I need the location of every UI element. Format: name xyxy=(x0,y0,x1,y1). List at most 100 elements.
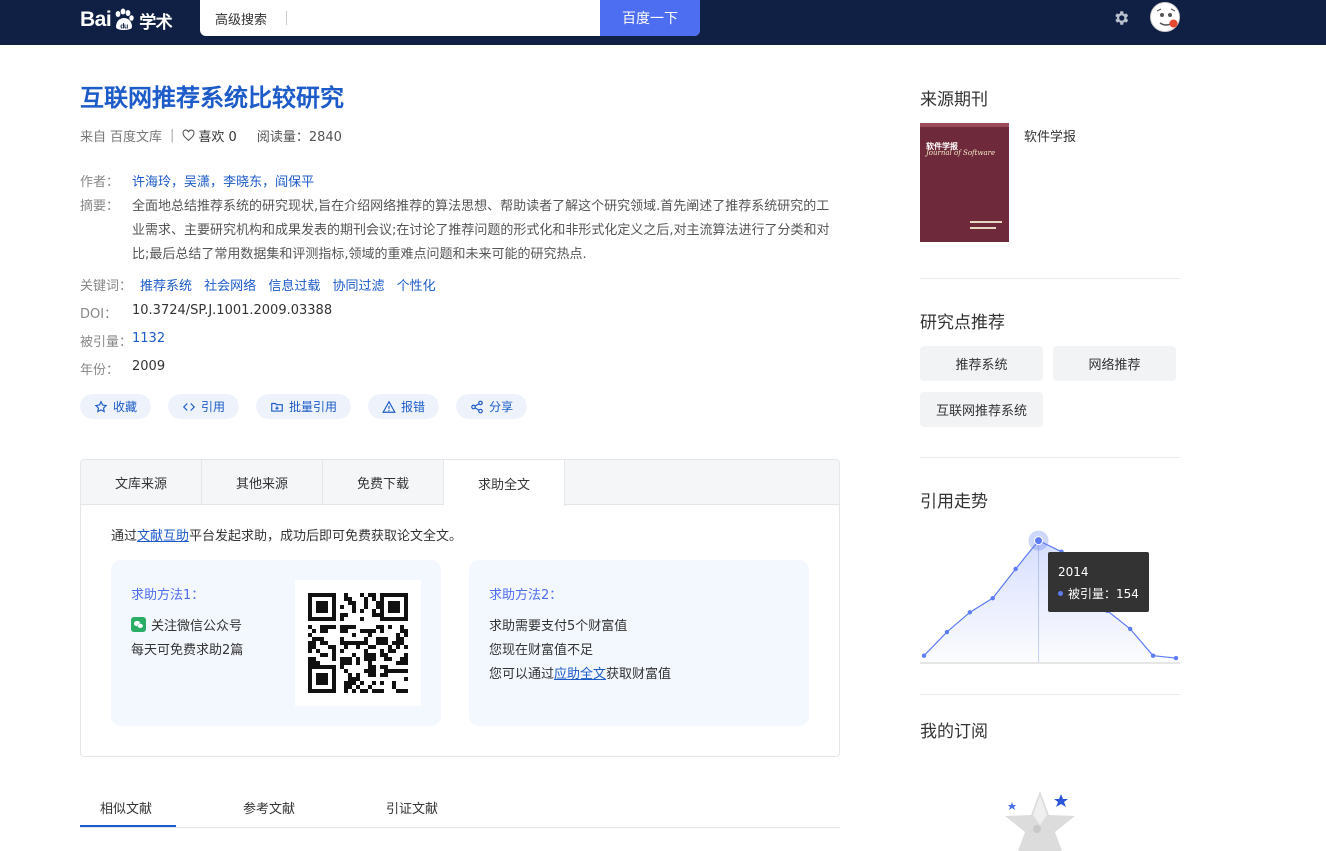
search-box: 高级搜索 百度一下 xyxy=(200,0,700,36)
doi-row: DOI： 10.3724/SP.J.1001.2009.03388 xyxy=(80,303,332,322)
search-input[interactable] xyxy=(292,4,592,32)
tooltip-label: 被引量：154 xyxy=(1068,587,1139,601)
full-text-panel: 文库来源 其他来源 免费下载 求助全文 通过文献互助平台发起求助，成功后即可免费… xyxy=(80,459,840,757)
like-button[interactable]: 喜欢 0 xyxy=(182,126,237,145)
author-label: 作者： xyxy=(80,175,120,190)
keyword-link[interactable]: 协同过滤 xyxy=(332,279,384,294)
action-bar: 收藏 引用 批量引用 报错 分享 xyxy=(80,394,528,419)
chart-data-point xyxy=(1013,566,1018,572)
sidebar-divider xyxy=(920,694,1180,695)
chart-data-point xyxy=(1173,655,1179,661)
topic-chip[interactable]: 互联网推荐系统 xyxy=(920,392,1043,427)
tab-request-full-text[interactable]: 求助全文 xyxy=(444,460,565,506)
help-suffix: 平台发起求助，成功后即可免费获取论文全文。 xyxy=(189,529,463,544)
paw-icon: du xyxy=(112,8,136,32)
chart-data-point xyxy=(1034,536,1044,546)
batch-cite-button[interactable]: 批量引用 xyxy=(256,394,352,419)
citation-trend-heading: 引用走势 xyxy=(920,492,988,512)
abstract-row: 摘要： 全面地总结推荐系统的研究现状,旨在介绍网络推荐的算法思想、帮助读者了解这… xyxy=(80,195,832,267)
method-2-title: 求助方法2： xyxy=(489,588,563,603)
help-full-text-link[interactable]: 应助全文 xyxy=(554,667,606,682)
collect-button[interactable]: 收藏 xyxy=(80,394,152,419)
chart-data-point xyxy=(990,595,995,601)
tooltip-value: 被引量：154 xyxy=(1058,585,1139,602)
active-tab-underline xyxy=(80,825,176,827)
help-prefix: 通过 xyxy=(111,529,138,544)
source-tabs: 文库来源 其他来源 免费下载 求助全文 xyxy=(81,460,839,506)
sidebar-divider xyxy=(920,278,1180,279)
author-list: 许海玲，吴潇，李晓东，阎保平 xyxy=(132,175,315,190)
tab-references[interactable]: 参考文献 xyxy=(243,798,295,817)
help-method-2-card: 求助方法2： 求助需要支付5个财富值 您现在财富值不足 您可以通过应助全文获取财… xyxy=(469,560,809,726)
method-2-text-1: 求助需要支付5个财富值 xyxy=(489,619,628,634)
tab-citing-literature[interactable]: 引证文献 xyxy=(386,798,438,817)
chart-data-point xyxy=(1150,653,1156,658)
source-prefix: 来自 xyxy=(80,130,107,145)
paper-meta: 来自 百度文库 | 喜欢 0 阅读量：2840 xyxy=(80,126,342,145)
star-icon xyxy=(94,399,108,413)
keyword-link[interactable]: 个性化 xyxy=(397,279,436,294)
journal-name-link[interactable]: 软件学报 xyxy=(1024,126,1076,145)
author-link[interactable]: 阎保平 xyxy=(275,175,314,190)
author-link[interactable]: 许海玲 xyxy=(132,175,171,190)
cite-button[interactable]: 引用 xyxy=(168,394,240,419)
baidu-xueshu-logo[interactable]: Bai du 学术 xyxy=(80,2,173,38)
code-icon xyxy=(182,402,196,411)
sidebar-divider xyxy=(920,457,1180,458)
journal-cover[interactable]: 软件学报 Journal of Software xyxy=(920,123,1009,242)
cite-label: 引用 xyxy=(201,400,226,414)
cited-count-link[interactable]: 1132 xyxy=(132,331,165,350)
warning-icon xyxy=(382,400,396,413)
report-error-button[interactable]: 报错 xyxy=(368,394,440,419)
logo-bai-text: Bai xyxy=(80,8,112,31)
report-error-label: 报错 xyxy=(401,400,426,414)
tab-other-source[interactable]: 其他来源 xyxy=(202,460,323,505)
notification-dot xyxy=(1169,19,1178,28)
keyword-link[interactable]: 推荐系统 xyxy=(140,279,192,294)
keyword-link[interactable]: 信息过载 xyxy=(268,279,320,294)
method-2-line-3: 您可以通过应助全文获取财富值 xyxy=(489,663,671,682)
author-link[interactable]: 吴潇 xyxy=(184,175,210,190)
topics-heading: 研究点推荐 xyxy=(920,313,1005,333)
tab-similar-literature[interactable]: 相似文献 xyxy=(100,798,152,817)
tooltip-year: 2014 xyxy=(1058,565,1089,579)
cited-label: 被引量： xyxy=(80,335,133,350)
collect-label: 收藏 xyxy=(113,400,138,414)
read-count: 阅读量：2840 xyxy=(256,130,342,145)
cited-row: 被引量： 1132 xyxy=(80,331,165,350)
share-button[interactable]: 分享 xyxy=(456,394,528,419)
search-separator xyxy=(286,11,287,25)
source-name[interactable]: 百度文库 xyxy=(110,126,162,145)
method-1-line-1: 关注微信公众号 xyxy=(131,615,242,634)
document-help-link[interactable]: 文献互助 xyxy=(137,529,189,544)
chart-data-point xyxy=(1127,626,1133,632)
source-journal-heading: 来源期刊 xyxy=(920,90,988,110)
keyword-link[interactable]: 社会网络 xyxy=(204,279,256,294)
search-button[interactable]: 百度一下 xyxy=(600,0,700,36)
doi-label: DOI： xyxy=(80,307,118,322)
keywords-label: 关键词： xyxy=(80,279,133,294)
year-label: 年份： xyxy=(80,363,120,378)
method-1-text-1: 关注微信公众号 xyxy=(151,619,243,634)
keywords-row: 关键词： 推荐系统 社会网络 信息过载 协同过滤 个性化 xyxy=(80,275,452,294)
chart-tooltip: 2014 被引量：154 xyxy=(1048,552,1149,612)
gear-icon[interactable] xyxy=(1112,9,1130,27)
chart-data-point xyxy=(944,629,950,635)
share-icon xyxy=(471,400,483,413)
logo-xueshu-text: 学术 xyxy=(139,12,173,33)
tab-free-download[interactable]: 免费下载 xyxy=(323,460,444,505)
abstract-label: 摘要： xyxy=(80,199,120,214)
advanced-search-link[interactable]: 高级搜索 xyxy=(215,9,267,28)
tab-wenku-source[interactable]: 文库来源 xyxy=(81,460,202,505)
chart-data-point xyxy=(967,610,973,615)
topic-chip[interactable]: 网络推荐 xyxy=(1053,346,1176,381)
wechat-qr-code xyxy=(295,580,421,706)
subscription-star-illustration xyxy=(1005,791,1075,851)
author-link[interactable]: 李晓东 xyxy=(223,175,262,190)
author-row: 作者： 许海玲，吴潇，李晓东，阎保平 xyxy=(80,171,314,190)
meta-divider: | xyxy=(170,128,175,143)
my-subscription-heading: 我的订阅 xyxy=(920,722,988,742)
topic-chip[interactable]: 推荐系统 xyxy=(920,346,1043,381)
help-description: 通过文献互助平台发起求助，成功后即可免费获取论文全文。 xyxy=(111,525,462,544)
literature-tabs: 相似文献 参考文献 引证文献 xyxy=(80,790,840,828)
